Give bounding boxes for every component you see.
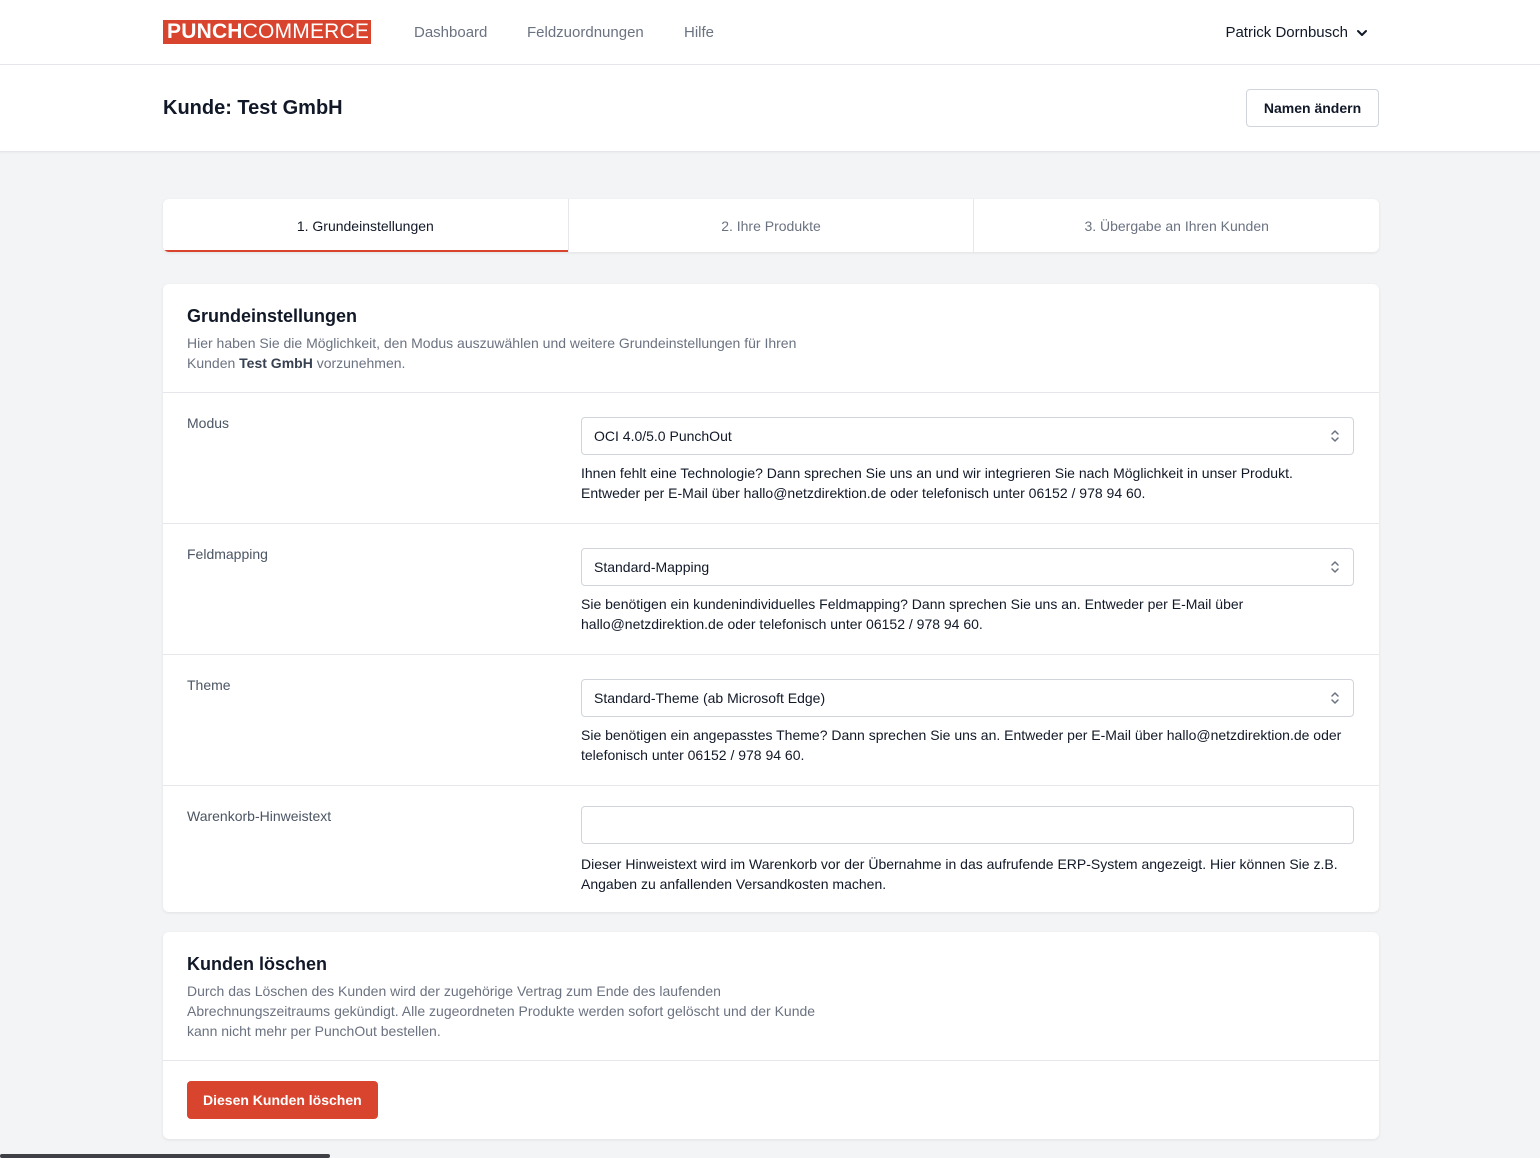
settings-card-header: Grundeinstellungen Hier haben Sie die Mö… — [163, 284, 1379, 393]
feldmapping-help: Sie benötigen ein kundenindividuelles Fe… — [581, 596, 1244, 632]
theme-label: Theme — [187, 677, 231, 693]
theme-select[interactable]: Standard-Theme (ab Microsoft Edge) — [581, 679, 1354, 717]
nav-link-feldzuordnungen[interactable]: Feldzuordnungen — [527, 24, 644, 41]
hinweistext-help: Dieser Hinweistext wird im Warenkorb vor… — [581, 856, 1338, 892]
modus-select-value: OCI 4.0/5.0 PunchOut — [594, 428, 732, 444]
hinweistext-field: Dieser Hinweistext wird im Warenkorb vor… — [581, 786, 1354, 916]
user-name: Patrick Dornbusch — [1225, 24, 1348, 41]
logo-text-light: COMMERCE — [242, 20, 370, 43]
feldmapping-field: Standard-Mapping Sie benötigen ein kunde… — [581, 524, 1354, 656]
top-navbar: PUNCH COMMERCE Dashboard Feldzuordnungen … — [0, 0, 1540, 65]
feldmapping-select-value: Standard-Mapping — [594, 559, 710, 575]
nav-link-hilfe[interactable]: Hilfe — [684, 24, 714, 41]
delete-customer-button[interactable]: Diesen Kunden löschen — [187, 1081, 378, 1119]
row-theme: Theme Standard-Theme (ab Microsoft Edge)… — [163, 655, 1379, 786]
nav-link-dashboard[interactable]: Dashboard — [414, 24, 487, 41]
page-title: Kunde: Test GmbH — [163, 97, 343, 119]
theme-select-value: Standard-Theme (ab Microsoft Edge) — [594, 690, 826, 706]
settings-title: Grundeinstellungen — [187, 306, 358, 326]
delete-customer-card: Kunden löschen Durch das Löschen des Kun… — [163, 932, 1379, 1139]
user-menu[interactable]: Patrick Dornbusch — [1225, 24, 1368, 41]
settings-description: Hier haben Sie die Möglichkeit, den Modu… — [187, 333, 847, 373]
select-arrows-icon — [1331, 692, 1339, 704]
delete-description: Durch das Löschen des Kunden wird der zu… — [187, 983, 816, 1039]
delete-title: Kunden löschen — [187, 954, 328, 974]
chevron-down-icon — [1357, 29, 1367, 36]
page-header: Kunde: Test GmbH Namen ändern — [0, 65, 1540, 152]
step-tabs: 1. Grundeinstellungen 2. Ihre Produkte 3… — [163, 199, 1379, 252]
feldmapping-select[interactable]: Standard-Mapping — [581, 548, 1354, 586]
row-modus: Modus OCI 4.0/5.0 PunchOut Ihnen fehlt e… — [163, 393, 1379, 524]
settings-card: Grundeinstellungen Hier haben Sie die Mö… — [163, 284, 1379, 912]
settings-desc-customer: Test GmbH — [239, 355, 313, 371]
hinweistext-input[interactable] — [581, 806, 1354, 844]
logo-text-bold: PUNCH — [167, 20, 243, 43]
delete-card-header: Kunden löschen Durch das Löschen des Kun… — [163, 932, 1379, 1061]
tab-ihre-produkte[interactable]: 2. Ihre Produkte — [569, 199, 975, 252]
punchcommerce-logo[interactable]: PUNCH COMMERCE — [163, 20, 371, 44]
hinweistext-label: Warenkorb-Hinweistext — [187, 808, 332, 824]
modus-select[interactable]: OCI 4.0/5.0 PunchOut — [581, 417, 1354, 455]
modus-field: OCI 4.0/5.0 PunchOut Ihnen fehlt eine Te… — [581, 393, 1354, 525]
theme-field: Standard-Theme (ab Microsoft Edge) Sie b… — [581, 655, 1354, 787]
delete-card-footer: Diesen Kunden löschen — [163, 1061, 1379, 1139]
settings-desc-post: vorzunehmen. — [312, 355, 406, 371]
row-warenkorb-hinweistext: Warenkorb-Hinweistext Dieser Hinweistext… — [163, 786, 1379, 912]
tab-uebergabe[interactable]: 3. Übergabe an Ihren Kunden — [974, 199, 1379, 252]
feldmapping-label: Feldmapping — [187, 546, 268, 562]
theme-help: Sie benötigen ein angepasstes Theme? Dan… — [581, 727, 1342, 763]
modus-help: Ihnen fehlt eine Technologie? Dann sprec… — [581, 465, 1293, 501]
row-feldmapping: Feldmapping Standard-Mapping Sie benötig… — [163, 524, 1379, 655]
tab-grundeinstellungen[interactable]: 1. Grundeinstellungen — [163, 199, 569, 252]
horizontal-scrollbar[interactable] — [0, 1154, 330, 1158]
select-arrows-icon — [1331, 561, 1339, 573]
select-arrows-icon — [1331, 430, 1339, 442]
rename-button[interactable]: Namen ändern — [1246, 89, 1379, 127]
modus-label: Modus — [187, 415, 230, 431]
